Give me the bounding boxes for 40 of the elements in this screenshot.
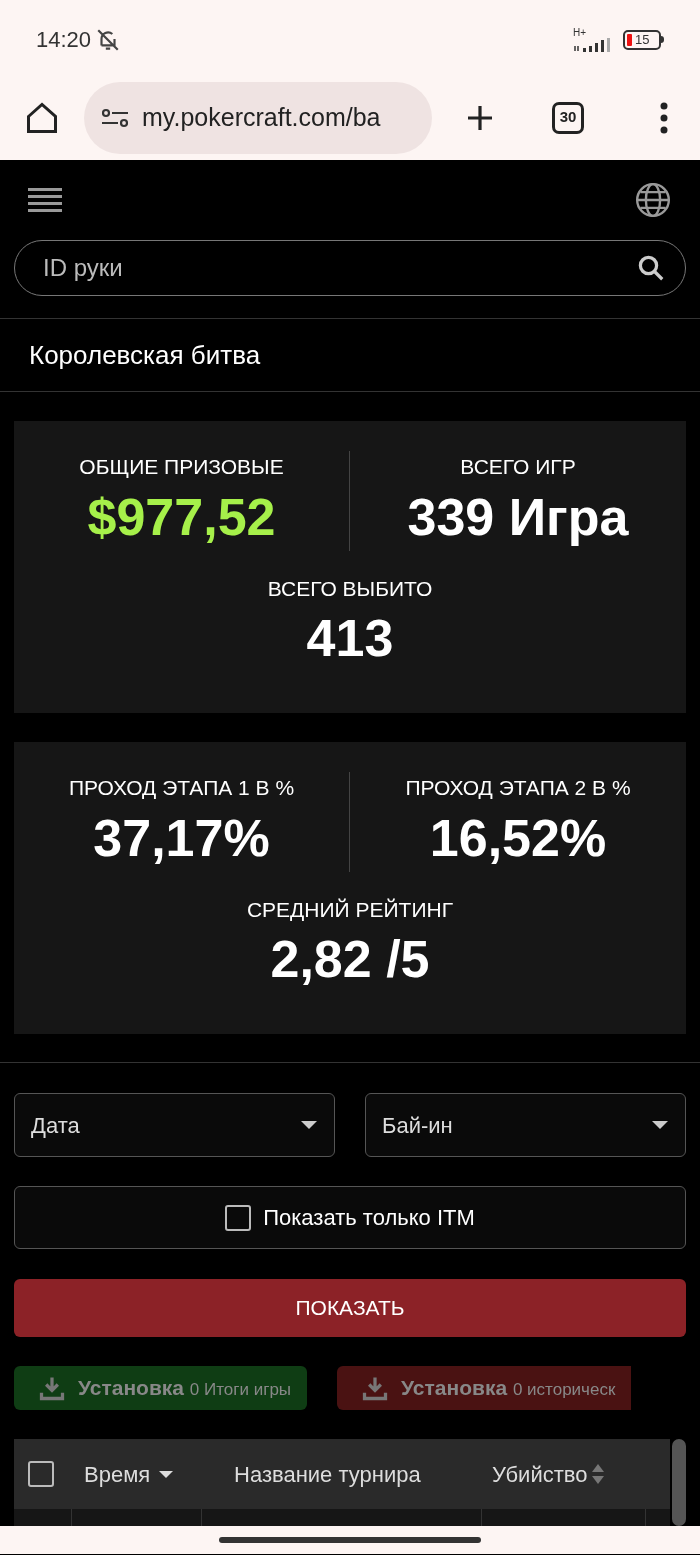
stat-value: $977,52 [87, 486, 276, 548]
stat-label: ВСЕГО ИГР [460, 454, 576, 480]
filter-dropdown[interactable]: Дата [14, 1093, 335, 1157]
show-button[interactable]: ПОКАЗАТЬ [14, 1279, 686, 1337]
clock-time: 14:20 [36, 26, 92, 54]
column-header[interactable]: Убийство [492, 1457, 588, 1491]
sort-down-icon[interactable] [158, 1469, 175, 1479]
page-title: Королевская битва [29, 338, 261, 372]
column-header[interactable]: Время [84, 1457, 151, 1491]
select-all-checkbox[interactable] [28, 1461, 54, 1487]
scrollbar[interactable] [672, 1439, 686, 1526]
stat-label: ВСЕГО ВЫБИТО [267, 575, 433, 602]
dropdown-caret-icon [651, 1120, 669, 1130]
search-icon[interactable] [636, 253, 666, 283]
filter-dropdown[interactable]: Бай-ин [365, 1093, 686, 1157]
battery-indicator: 15 [623, 29, 664, 50]
stat-value: 37,17% [93, 807, 270, 869]
download-button[interactable]: Установка 0 историческ [337, 1366, 632, 1410]
column-header[interactable]: Название турнира [234, 1457, 421, 1491]
itm-filter-toggle[interactable]: Показать только ITM [14, 1186, 686, 1249]
stat-value: 339 Игра [407, 486, 629, 548]
stat-value: 2,82 /5 [270, 929, 430, 990]
globe-icon[interactable] [634, 181, 672, 219]
itm-label: Показать только ITM [263, 1204, 475, 1232]
stat-label: ПРОХОД ЭТАПА 1 В % [68, 775, 295, 801]
stat-label: ОБЩИЕ ПРИЗОВЫЕ [79, 454, 284, 480]
stat-value: 16,52% [429, 807, 607, 869]
stat-value: 413 [306, 608, 394, 669]
url-text: my.pokercraft.com/ba [142, 101, 381, 133]
search-field[interactable]: ID руки [14, 240, 686, 296]
stat-label: СРЕДНИЙ РЕЙТИНГ [246, 896, 454, 923]
menu-icon[interactable] [28, 187, 62, 213]
itm-checkbox[interactable] [225, 1204, 252, 1231]
network-type: H+ [573, 27, 587, 38]
tab-count-button[interactable]: 30 [552, 101, 584, 134]
address-bar[interactable]: my.pokercraft.com/ba [84, 81, 432, 154]
more-icon[interactable] [660, 101, 668, 134]
sort-icon[interactable] [591, 1463, 606, 1485]
dropdown-caret-icon [300, 1120, 318, 1130]
stat-label: ПРОХОД ЭТАПА 2 В % [405, 775, 631, 801]
